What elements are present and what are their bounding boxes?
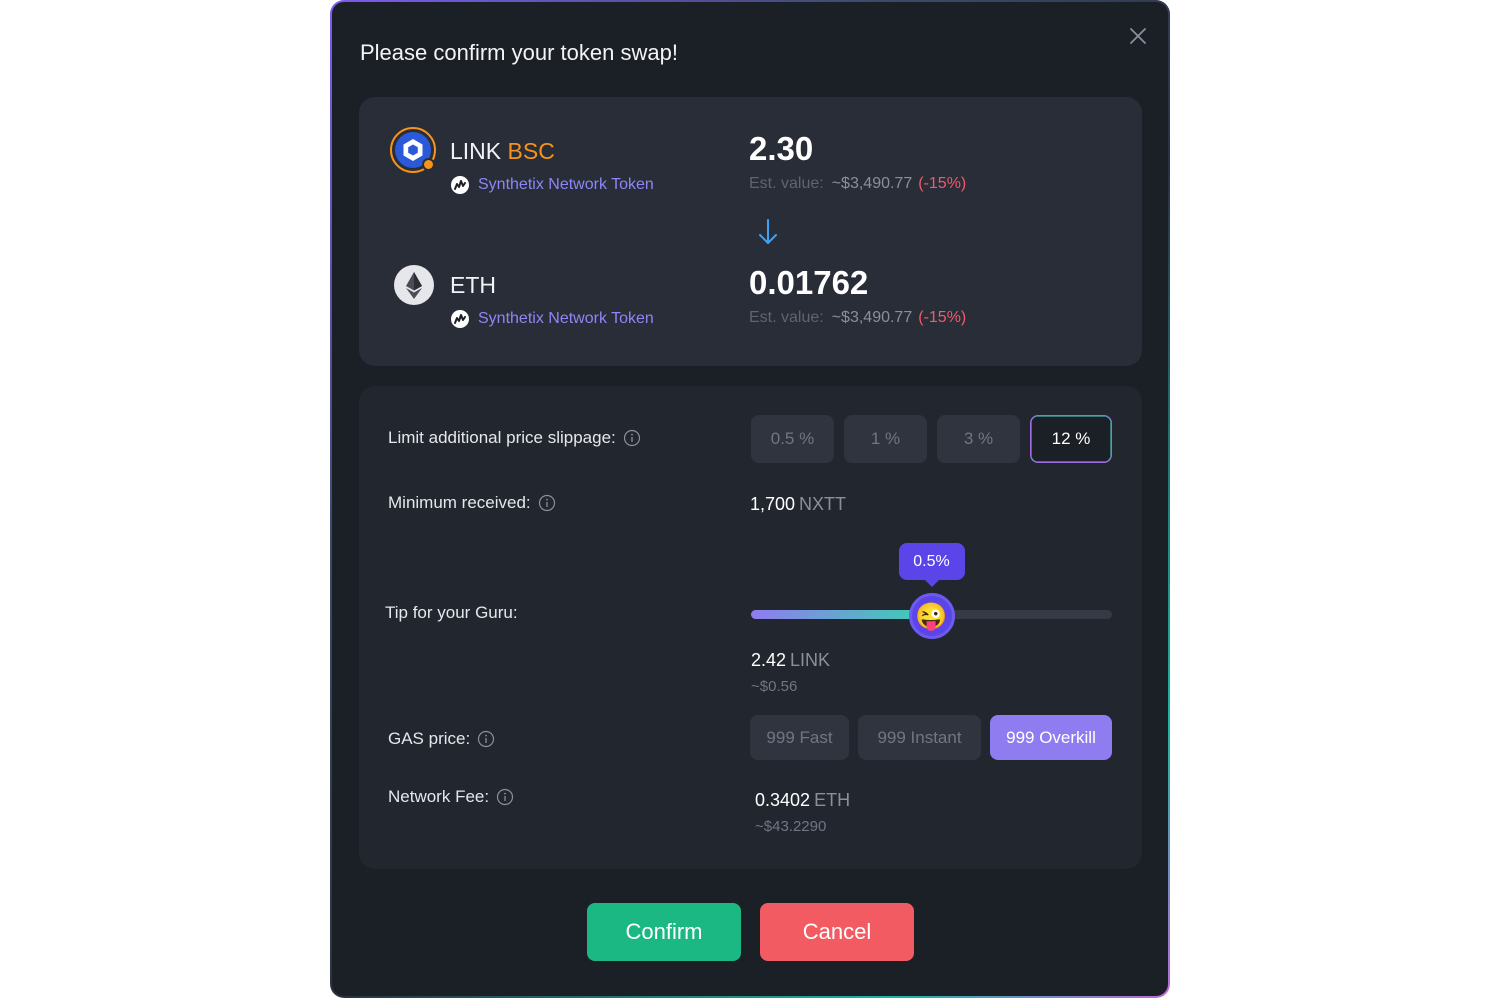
swap-details-card: Limit additional price slippage: 0.5 % 1… xyxy=(359,386,1142,869)
to-token-label: ETH xyxy=(450,272,496,299)
to-est-value: Est. value: ~$3,490.77 (-15%) xyxy=(749,309,966,327)
est-label: Est. value: xyxy=(749,309,824,326)
est-label: Est. value: xyxy=(749,175,824,192)
cancel-button[interactable]: Cancel xyxy=(760,903,914,961)
from-token-network: BSC xyxy=(507,138,555,164)
network-fee-unit: ETH xyxy=(814,790,851,810)
network-fee-value: 0.3402 ETH xyxy=(755,790,850,811)
info-icon[interactable] xyxy=(496,788,514,806)
minimum-received-label-text: Minimum received: xyxy=(388,493,531,512)
minimum-received-amount: 1,700 xyxy=(750,494,796,514)
tip-label-text: Tip for your Guru: xyxy=(385,603,518,622)
gas-price-label-text: GAS price: xyxy=(388,729,471,748)
chainlink-token-icon xyxy=(390,127,436,173)
from-token-name: Synthetix Network Token xyxy=(478,176,654,193)
network-fee-label-text: Network Fee: xyxy=(388,787,490,806)
from-token-fullname: Synthetix Network Token xyxy=(450,175,654,195)
to-token-fullname: Synthetix Network Token xyxy=(450,309,654,329)
to-token-symbol: ETH xyxy=(450,272,496,298)
info-icon[interactable] xyxy=(538,494,556,512)
tip-slider-fill xyxy=(751,610,932,619)
modal-title: Please confirm your token swap! xyxy=(360,40,678,65)
slippage-option-12[interactable]: 12 % xyxy=(1030,415,1112,463)
synthetix-icon xyxy=(451,176,469,194)
tip-amount-unit: LINK xyxy=(790,650,831,670)
synthetix-icon xyxy=(451,310,469,328)
tip-amount-value: 2.42 xyxy=(751,650,787,670)
confirm-button[interactable]: Confirm xyxy=(587,903,741,961)
info-icon[interactable] xyxy=(623,429,641,447)
est-change: (-15%) xyxy=(918,175,967,192)
est-usd: ~$3,490.77 xyxy=(831,309,913,326)
gas-price-label: GAS price: xyxy=(388,729,495,749)
network-fee-label: Network Fee: xyxy=(388,787,514,807)
tip-usd: ~$0.56 xyxy=(751,678,798,695)
slippage-option-3[interactable]: 3 % xyxy=(937,415,1020,463)
swap-summary-card: LINK BSC Synthetix Network Token 2.30 Es… xyxy=(359,97,1142,366)
winking-face-emoji-icon: 😜 xyxy=(915,601,948,631)
info-icon[interactable] xyxy=(477,730,495,748)
to-token-name: Synthetix Network Token xyxy=(478,310,654,327)
tip-slider-tooltip: 0.5% xyxy=(898,543,965,587)
tip-label: Tip for your Guru: xyxy=(385,603,518,623)
close-icon[interactable] xyxy=(1126,24,1150,48)
tip-amount: 2.42 LINK xyxy=(751,650,830,671)
slippage-option-0-5[interactable]: 0.5 % xyxy=(751,415,834,463)
from-token-symbol: LINK xyxy=(450,138,502,164)
ethereum-token-icon xyxy=(394,265,434,305)
gas-option-instant[interactable]: 999 Instant xyxy=(858,715,981,760)
network-fee-usd: ~$43.2290 xyxy=(755,818,827,835)
from-amount: 2.30 xyxy=(749,130,814,167)
from-token-label: LINK BSC xyxy=(450,138,555,165)
network-fee-amount: 0.3402 xyxy=(755,790,811,810)
slippage-label: Limit additional price slippage: xyxy=(388,428,641,448)
minimum-received-value: 1,700 NXTT xyxy=(750,494,846,515)
modal-frame: Please confirm your token swap! LINK BSC xyxy=(330,0,1170,998)
slippage-label-text: Limit additional price slippage: xyxy=(388,428,616,447)
arrow-down-icon xyxy=(759,219,777,244)
est-change: (-15%) xyxy=(918,309,967,326)
tip-slider-thumb[interactable]: 😜 xyxy=(908,593,955,639)
minimum-received-unit: NXTT xyxy=(799,494,847,514)
est-usd: ~$3,490.77 xyxy=(831,175,913,192)
gas-option-overkill[interactable]: 999 Overkill xyxy=(990,715,1112,760)
slippage-option-1[interactable]: 1 % xyxy=(844,415,927,463)
minimum-received-label: Minimum received: xyxy=(388,493,556,513)
to-amount: 0.01762 xyxy=(749,264,869,301)
confirm-swap-modal: Please confirm your token swap! LINK BSC xyxy=(332,2,1168,996)
from-est-value: Est. value: ~$3,490.77 (-15%) xyxy=(749,175,966,193)
gas-option-fast[interactable]: 999 Fast xyxy=(750,715,849,760)
